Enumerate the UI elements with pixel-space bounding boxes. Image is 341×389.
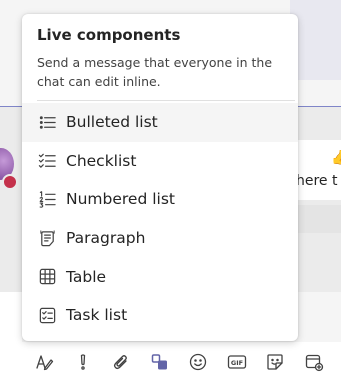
live-components-popup: Live components Send a message that ever…	[22, 14, 298, 341]
paragraph-icon	[37, 228, 57, 248]
important-icon	[80, 354, 85, 370]
loop-components-icon	[151, 354, 167, 370]
menu-item-numbered-list[interactable]: Numbered list	[22, 180, 298, 219]
checklist-icon	[37, 151, 57, 171]
sticker-button[interactable]	[261, 348, 289, 376]
numbered-list-icon	[37, 189, 57, 209]
popup-title: Live components	[37, 26, 181, 44]
presence-busy-icon	[2, 174, 18, 190]
bulleted-list-icon	[37, 112, 57, 132]
task-list-icon	[37, 305, 57, 325]
emoji-icon	[189, 353, 207, 371]
menu-item-checklist[interactable]: Checklist	[22, 142, 298, 181]
schedule-meeting-icon	[305, 354, 323, 372]
menu-item-label: Bulleted list	[66, 113, 158, 132]
format-button[interactable]	[30, 348, 58, 376]
menu-item-bulleted-list[interactable]: Bulleted list	[22, 103, 298, 142]
gif-label: GIF	[230, 359, 242, 367]
compose-toolbar: GIF	[30, 348, 338, 376]
attach-icon	[113, 355, 127, 370]
menu-item-task-list[interactable]: Task list	[22, 296, 298, 335]
sticker-icon	[267, 354, 283, 370]
menu-item-label: Table	[66, 267, 107, 286]
popup-divider	[37, 100, 295, 101]
gif-icon: GIF	[227, 355, 246, 369]
format-icon	[36, 355, 54, 371]
menu-item-label: Numbered list	[66, 190, 175, 209]
menu-item-table[interactable]: Table	[22, 257, 298, 296]
thumbs-up-icon: 👍	[331, 150, 341, 166]
attach-button[interactable]	[107, 348, 135, 376]
loop-components-button[interactable]	[146, 348, 174, 376]
gif-button[interactable]: GIF	[223, 348, 251, 376]
emoji-button[interactable]	[184, 348, 212, 376]
menu-item-label: Task list	[66, 306, 128, 325]
schedule-meeting-button[interactable]	[300, 348, 328, 376]
menu-item-label: Checklist	[66, 151, 137, 170]
message-text: here t	[296, 173, 338, 189]
menu-item-paragraph[interactable]: Paragraph	[22, 219, 298, 258]
menu-item-label: Paragraph	[66, 229, 146, 248]
important-button[interactable]	[69, 348, 97, 376]
popup-description: Send a message that everyone in the chat…	[37, 55, 273, 89]
live-components-menu: Bulleted list Checklist Numbered list Pa…	[22, 103, 298, 335]
table-icon	[37, 267, 57, 287]
